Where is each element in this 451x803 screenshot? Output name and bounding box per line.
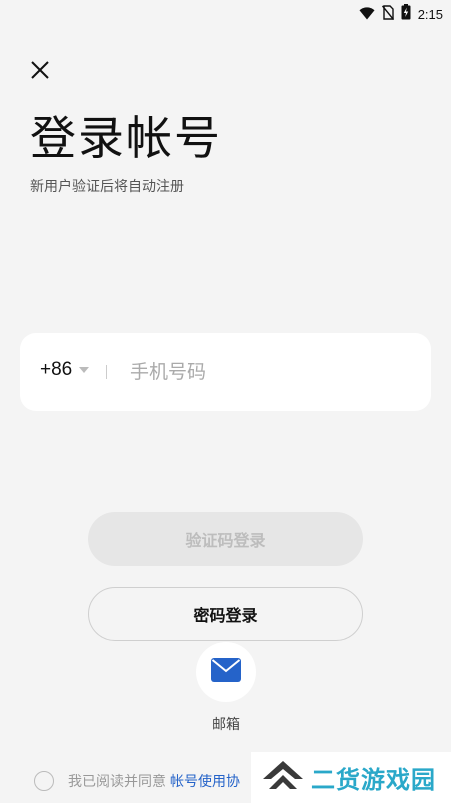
watermark: 二货游戏园 [251, 752, 451, 803]
country-code-selector[interactable]: +86 [40, 359, 90, 381]
status-bar: 2:15 [0, 0, 451, 26]
mail-icon [211, 658, 241, 686]
divider [106, 365, 107, 379]
wifi-icon [359, 5, 375, 24]
watermark-logo-icon [261, 759, 305, 797]
agreement-radio[interactable] [34, 771, 54, 791]
password-login-button[interactable]: 密码登录 [88, 587, 363, 641]
status-time: 2:15 [417, 6, 443, 22]
page-subtitle: 新用户验证后将自动注册 [30, 179, 184, 195]
email-login-label: 邮箱 [212, 717, 240, 733]
battery-charging-icon [401, 4, 411, 24]
country-code-label: +86 [40, 359, 73, 380]
phone-number-input[interactable] [128, 355, 412, 389]
close-button[interactable] [28, 58, 52, 82]
status-icons: 2:15 [359, 4, 443, 24]
no-sim-icon [381, 4, 394, 24]
page-title: 登录帐号 [30, 111, 222, 165]
caret-down-icon [79, 367, 90, 373]
sms-code-login-button[interactable]: 验证码登录 [88, 512, 363, 566]
agreement-text: 我已阅读并同意 [68, 774, 166, 790]
close-icon[interactable] [28, 61, 52, 86]
watermark-text: 二货游戏园 [311, 766, 436, 794]
email-login-button[interactable] [196, 642, 256, 702]
agreement-row: 我已阅读并同意 帐号使用协 [34, 771, 240, 791]
agreement-link[interactable]: 帐号使用协 [170, 771, 240, 791]
phone-input-card: +86 [20, 333, 431, 411]
